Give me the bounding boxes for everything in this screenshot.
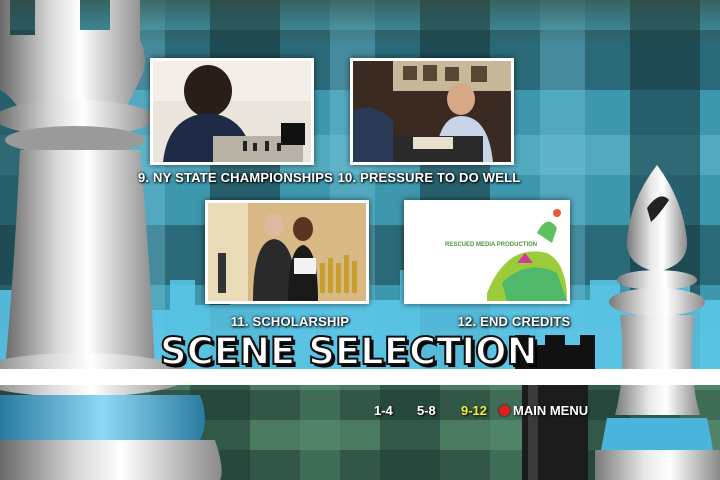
page-5-8-button[interactable]: 5-8 bbox=[417, 403, 436, 418]
main-menu-dot-icon bbox=[499, 405, 510, 416]
main-menu-button[interactable]: MAIN MENU bbox=[513, 403, 588, 418]
page-1-4-button[interactable]: 1-4 bbox=[374, 403, 393, 418]
scene-12-thumbnail[interactable]: RESCUED MEDIA PRODUCTION bbox=[404, 200, 570, 304]
scene-9-caption[interactable]: 9. NY STATE CHAMPIONSHIPS bbox=[138, 170, 333, 185]
page-9-12-button[interactable]: 9-12 bbox=[461, 403, 487, 418]
page-title: SCENE SELECTION bbox=[159, 329, 539, 374]
rescued-media-text: RESCUED MEDIA PRODUCTION bbox=[445, 242, 537, 248]
scene-11-caption[interactable]: 11. SCHOLARSHIP bbox=[230, 314, 350, 329]
scene-10-caption[interactable]: 10. PRESSURE TO DO WELL bbox=[337, 170, 521, 185]
scene-10-thumbnail[interactable] bbox=[350, 58, 514, 165]
scene-11-thumbnail[interactable] bbox=[205, 200, 369, 304]
white-bishop-icon bbox=[595, 165, 720, 480]
scene-12-caption[interactable]: 12. END CREDITS bbox=[444, 314, 584, 329]
scene-9-thumbnail[interactable] bbox=[150, 58, 314, 165]
